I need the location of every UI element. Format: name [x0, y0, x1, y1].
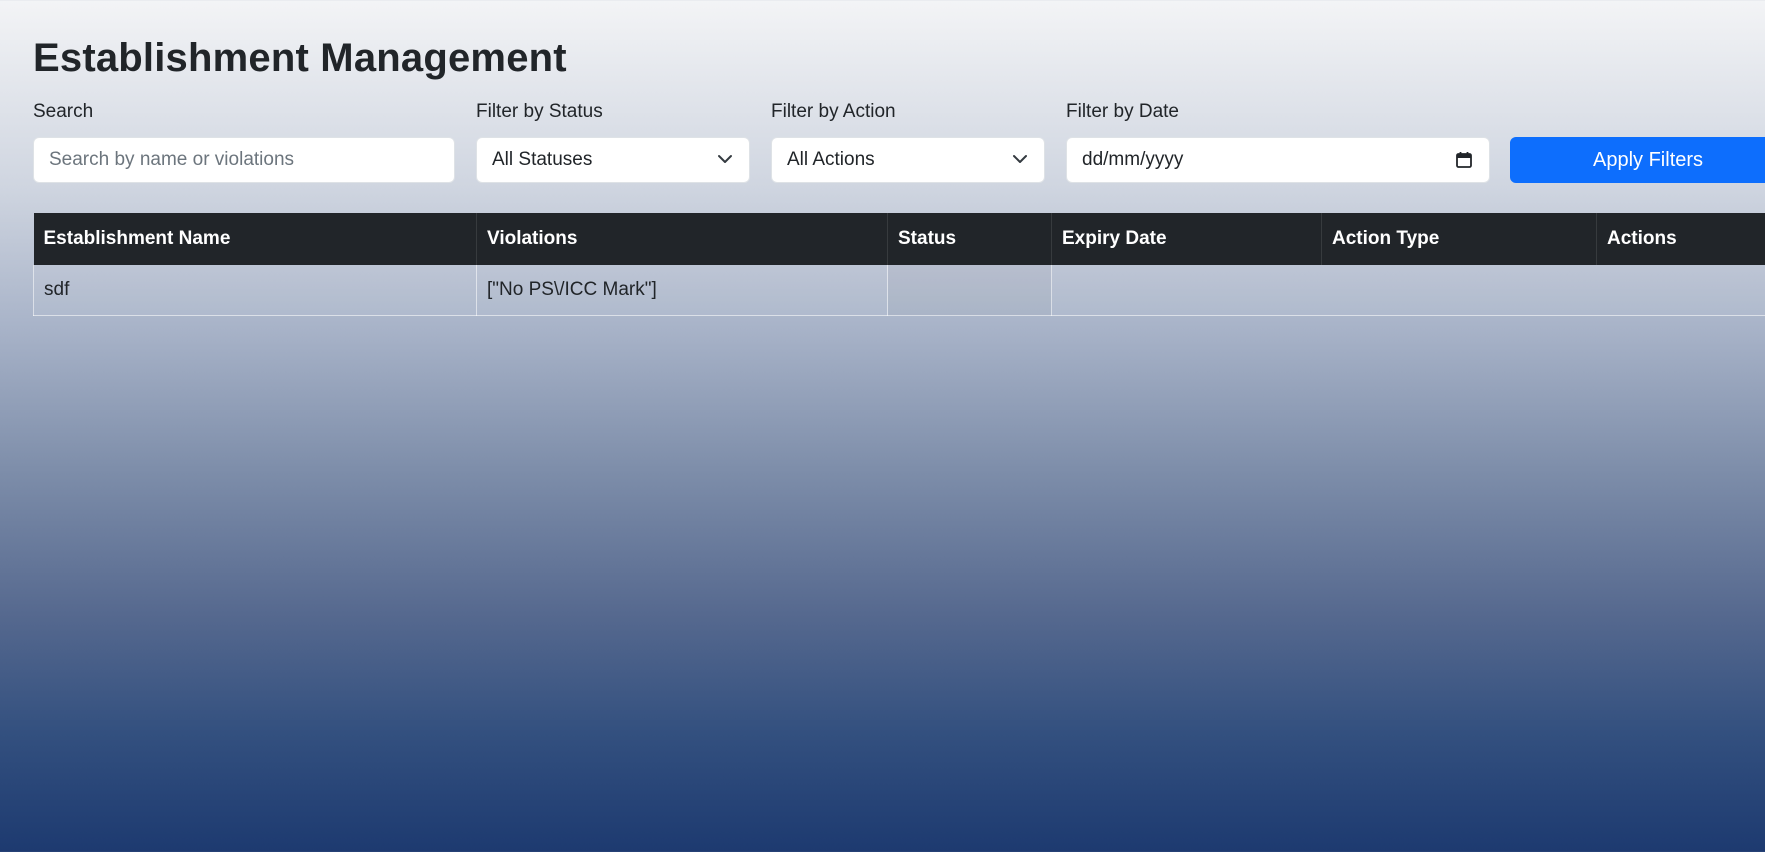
- date-filter-label: Filter by Date: [1066, 101, 1179, 122]
- search-label: Search: [33, 101, 94, 122]
- page-title: Establishment Management: [33, 36, 567, 80]
- action-select-value: All Actions: [787, 149, 875, 170]
- column-header-establishment-name: Establishment Name: [33, 213, 477, 265]
- status-select-value: All Statuses: [492, 149, 593, 170]
- chevron-down-icon: [718, 155, 732, 163]
- column-header-violations: Violations: [476, 213, 888, 265]
- cell-expiry-date: [1051, 265, 1322, 316]
- action-filter-label: Filter by Action: [771, 101, 896, 122]
- apply-filters-button[interactable]: Apply Filters: [1510, 137, 1765, 183]
- column-header-action-type: Action Type: [1321, 213, 1597, 265]
- establishment-table: Establishment Name Violations Status Exp…: [33, 213, 1765, 316]
- status-filter-label: Filter by Status: [476, 101, 603, 122]
- status-filter-group: Filter by Status All Statuses: [476, 100, 750, 183]
- table-row[interactable]: sdf ["No PS\/ICC Mark"]: [33, 265, 1765, 316]
- table-header: Establishment Name Violations Status Exp…: [33, 213, 1765, 265]
- action-filter-group: Filter by Action All Actions: [771, 100, 1045, 183]
- cell-status: [887, 265, 1052, 316]
- action-select[interactable]: All Actions: [771, 137, 1045, 183]
- calendar-icon[interactable]: [1455, 151, 1473, 169]
- chevron-down-icon: [1013, 155, 1027, 163]
- establishment-table-container: Establishment Name Violations Status Exp…: [33, 213, 1765, 316]
- search-filter-group: Search: [33, 100, 455, 183]
- column-header-actions: Actions: [1596, 213, 1765, 265]
- cell-establishment-name: sdf: [33, 265, 477, 316]
- date-filter-group: Filter by Date dd/mm/yyyy: [1066, 100, 1490, 183]
- table-body: sdf ["No PS\/ICC Mark"]: [33, 265, 1765, 316]
- date-input[interactable]: dd/mm/yyyy: [1066, 137, 1490, 183]
- column-header-expiry-date: Expiry Date: [1051, 213, 1322, 265]
- date-input-placeholder: dd/mm/yyyy: [1082, 149, 1184, 170]
- column-header-status: Status: [887, 213, 1052, 265]
- cell-violations: ["No PS\/ICC Mark"]: [476, 265, 888, 316]
- status-select[interactable]: All Statuses: [476, 137, 750, 183]
- cell-action-type: [1321, 265, 1597, 316]
- cell-actions: [1596, 265, 1765, 316]
- search-input[interactable]: [33, 137, 455, 183]
- table-header-row: Establishment Name Violations Status Exp…: [33, 213, 1765, 265]
